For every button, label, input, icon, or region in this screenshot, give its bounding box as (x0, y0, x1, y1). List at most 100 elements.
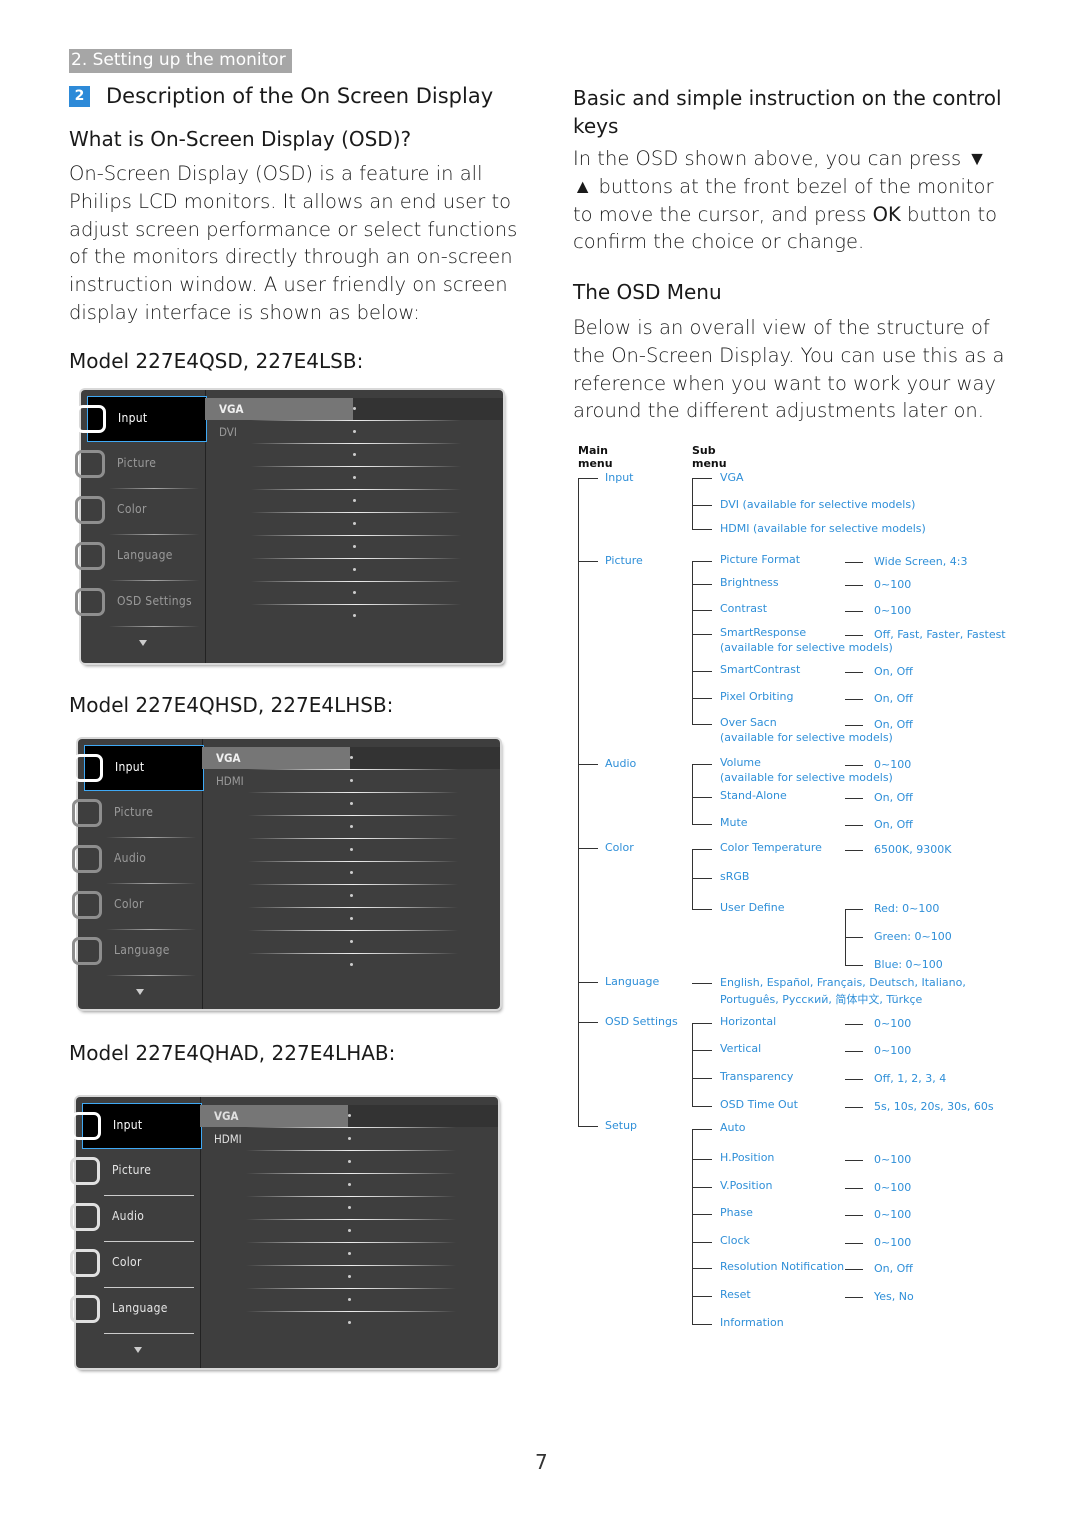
osd-menu-item[interactable]: Audio (70, 1195, 200, 1241)
audio-icon (72, 845, 102, 873)
option-values: On, Off (874, 818, 913, 831)
osd-menu-item-label: Audio (114, 851, 147, 865)
value-dot (348, 1252, 351, 1255)
value-dot (350, 963, 353, 966)
main-menu-item: Picture (605, 554, 643, 567)
osd-menu-item[interactable]: Picture (75, 442, 205, 488)
sub-menu-item: Reset (720, 1288, 751, 1301)
osd-submenu-row[interactable]: VGA (205, 398, 503, 420)
option-values: Off, 1, 2, 3, 4 (874, 1072, 947, 1085)
tree-connector (692, 1214, 712, 1215)
paragraph-line: Philips LCD monitors. It allows an end u… (69, 189, 512, 213)
scroll-down-arrow-icon[interactable] (139, 640, 147, 646)
picture-icon (72, 799, 102, 827)
color-icon (70, 1249, 100, 1277)
osd-menu-item[interactable]: Input (73, 745, 204, 791)
sub-menu-item: Pixel Orbiting (720, 690, 794, 703)
tree-connector (692, 1023, 693, 1106)
osd-submenu-row[interactable]: HDMI (202, 770, 500, 792)
language-options: English, Español, Français, Deutsch, Ita… (720, 976, 966, 989)
tree-connector (692, 478, 693, 529)
value-dot (350, 848, 353, 851)
option-values: On, Off (874, 665, 913, 678)
osd-menu-item[interactable]: Input (76, 396, 207, 442)
osd-menu-item[interactable]: Color (72, 883, 202, 929)
main-menu-item: Color (605, 841, 634, 854)
value-dot (353, 568, 356, 571)
option-values: 5s, 10s, 20s, 30s, 60s (874, 1100, 994, 1113)
osd-menu-title: The OSD Menu (573, 280, 722, 304)
color-icon (75, 496, 105, 524)
osd-menu-item-label: OSD Settings (117, 594, 192, 608)
tree-connector (692, 1187, 712, 1188)
osd-submenu-row (205, 582, 503, 604)
scroll-down-arrow-icon[interactable] (136, 989, 144, 995)
sub-menu-item: Auto (720, 1121, 746, 1134)
tree-connector (845, 1215, 863, 1216)
value-dot (353, 407, 356, 410)
tree-connector (578, 764, 598, 765)
tree-connector (692, 1078, 712, 1079)
osd-submenu-row (205, 444, 503, 466)
osd-menu-separator (104, 1333, 194, 1334)
osd-submenu-row[interactable]: VGA (202, 747, 500, 769)
scroll-down-arrow-icon[interactable] (134, 1347, 142, 1353)
section-title: Description of the On Screen Display (106, 84, 494, 108)
paragraph-line: around the different adjustments later o… (573, 399, 984, 423)
tree-connector (692, 1050, 712, 1051)
osd-submenu-row (200, 1174, 498, 1196)
paragraph-line: to move the cursor, and press OK button … (573, 202, 998, 226)
osd-submenu-row (205, 490, 503, 512)
sub-menu-item: Vertical (720, 1042, 762, 1055)
osd-submenu-row (202, 885, 500, 907)
picture-icon (70, 1157, 100, 1185)
osd-menu-item-label: Color (114, 897, 144, 911)
option-values: 0~100 (874, 1017, 912, 1030)
osd-main-menu: Input Picture Audio Color Language (72, 739, 204, 1009)
tree-connector (578, 982, 598, 983)
language-icon (70, 1295, 100, 1323)
tree-connector (692, 764, 712, 765)
picture-icon (75, 450, 105, 478)
value-dot (348, 1321, 351, 1324)
osd-submenu-label: HDMI (214, 1132, 242, 1146)
tree-connector (692, 797, 712, 798)
input-icon (76, 405, 106, 433)
osd-submenu-row (202, 954, 500, 976)
tree-connector (845, 850, 863, 851)
osd-menu-item[interactable]: Language (72, 929, 202, 975)
sub-menu-item: sRGB (720, 870, 750, 883)
osd-menu-item[interactable]: Input (71, 1103, 202, 1149)
osd-menu-item-label: Language (117, 548, 173, 562)
paragraph-line: ▲ buttons at the front bezel of the moni… (573, 174, 994, 198)
value-dot (353, 453, 356, 456)
user-define-value: Green: 0~100 (874, 930, 952, 943)
tree-connector (578, 1126, 598, 1127)
osd-menu-item[interactable]: Picture (72, 791, 202, 837)
option-values: 6500K, 9300K (874, 843, 952, 856)
osd-submenu-row[interactable]: DVI (205, 421, 503, 443)
osd-menu-item[interactable]: Audio (72, 837, 202, 883)
tree-connector (692, 1023, 712, 1024)
osd-submenu-row[interactable]: VGA (200, 1105, 498, 1127)
option-values: On, Off (874, 791, 913, 804)
what-is-osd-title: What is On-Screen Display (OSD)? (69, 127, 412, 151)
sub-menu-item: Mute (720, 816, 748, 829)
osd-submenu-row (200, 1197, 498, 1219)
osd-menu-item[interactable]: Color (75, 488, 205, 534)
osd-menu-item[interactable]: Language (70, 1287, 200, 1333)
control-keys-title: Basic and simple instruction on the cont… (573, 84, 1002, 140)
osd-screenshot-model-1: Input Picture Color Language OSD Settings VGA… (75, 390, 503, 663)
osd-menu-item[interactable]: OSD Settings (75, 580, 205, 626)
osd-menu-item-label: Picture (114, 805, 154, 819)
model-title-3: Model 227E4QHAD, 227E4LHAB: (69, 1041, 396, 1065)
osd-submenu-row[interactable]: HDMI (200, 1128, 498, 1150)
sub-menu-item: Phase (720, 1206, 753, 1219)
osd-menu-item[interactable]: Language (75, 534, 205, 580)
osd-menu-item[interactable]: Color (70, 1241, 200, 1287)
osd-menu-item[interactable]: Picture (70, 1149, 200, 1195)
tree-connector (692, 584, 712, 585)
osd-main-menu: Input Picture Color Language OSD Settings (75, 390, 207, 663)
sub-menu-item: Stand-Alone (720, 789, 787, 802)
tree-connector (578, 848, 598, 849)
